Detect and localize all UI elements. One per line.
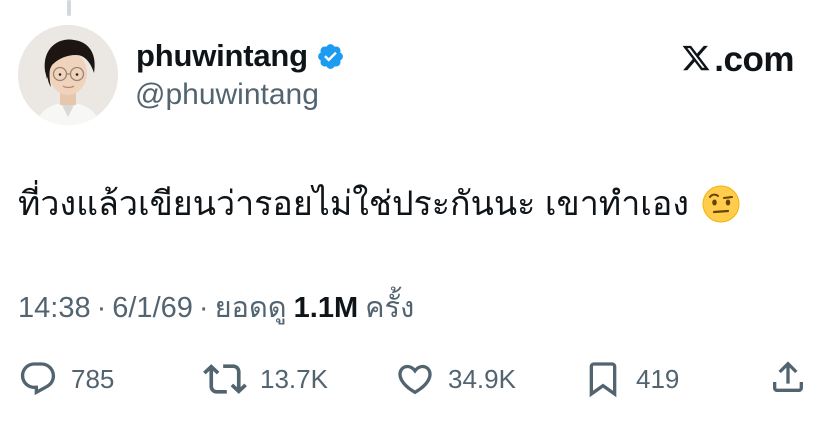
bookmark-button[interactable]: 419 xyxy=(583,356,679,402)
thread-connector-line xyxy=(67,0,71,16)
brand-text: .com xyxy=(714,40,794,79)
meta-separator: · xyxy=(96,292,107,324)
like-button[interactable]: 34.9K xyxy=(395,356,516,402)
tweet-time[interactable]: 14:38 xyxy=(18,292,91,325)
reply-icon xyxy=(18,359,58,399)
display-name[interactable]: phuwintang xyxy=(136,38,308,74)
like-count: 34.9K xyxy=(448,363,516,394)
author-handle[interactable]: @phuwintang xyxy=(135,78,319,112)
avatar[interactable] xyxy=(18,25,118,125)
views-suffix: ครั้ง xyxy=(365,292,415,324)
tweet-body: ที่วงแล้วเขียนว่ารอยไม่ใช่ประกันนะ เขาทำ… xyxy=(18,180,741,228)
repost-count: 13.7K xyxy=(260,363,328,394)
meta-separator: · xyxy=(198,292,209,324)
reply-count: 785 xyxy=(71,363,115,394)
raised-eyebrow-emoji-icon xyxy=(701,184,741,224)
share-button[interactable] xyxy=(768,356,808,402)
author-name-row: phuwintang xyxy=(136,36,345,76)
views-label: ยอดดู xyxy=(214,292,287,324)
tweet-text: ที่วงแล้วเขียนว่ารอยไม่ใช่ประกันนะ เขาทำ… xyxy=(18,185,689,223)
brand-watermark: .com xyxy=(681,40,794,80)
avatar-photo xyxy=(18,25,118,125)
heart-icon xyxy=(395,359,435,399)
share-icon xyxy=(768,357,808,402)
repost-icon xyxy=(203,357,247,401)
bookmark-count: 419 xyxy=(636,363,680,394)
action-bar: 785 13.7K 34.9K 419 xyxy=(0,356,828,402)
x-logo-icon xyxy=(681,43,711,78)
repost-button[interactable]: 13.7K xyxy=(203,356,328,402)
bookmark-icon xyxy=(583,359,623,399)
views-count: 1.1M xyxy=(293,292,359,324)
verified-badge-icon xyxy=(316,42,345,71)
tweet-meta: 14:38 · 6/1/69 · ยอดดู 1.1M ครั้ง xyxy=(18,284,414,330)
tweet-date[interactable]: 6/1/69 xyxy=(112,292,193,325)
reply-button[interactable]: 785 xyxy=(18,356,114,402)
